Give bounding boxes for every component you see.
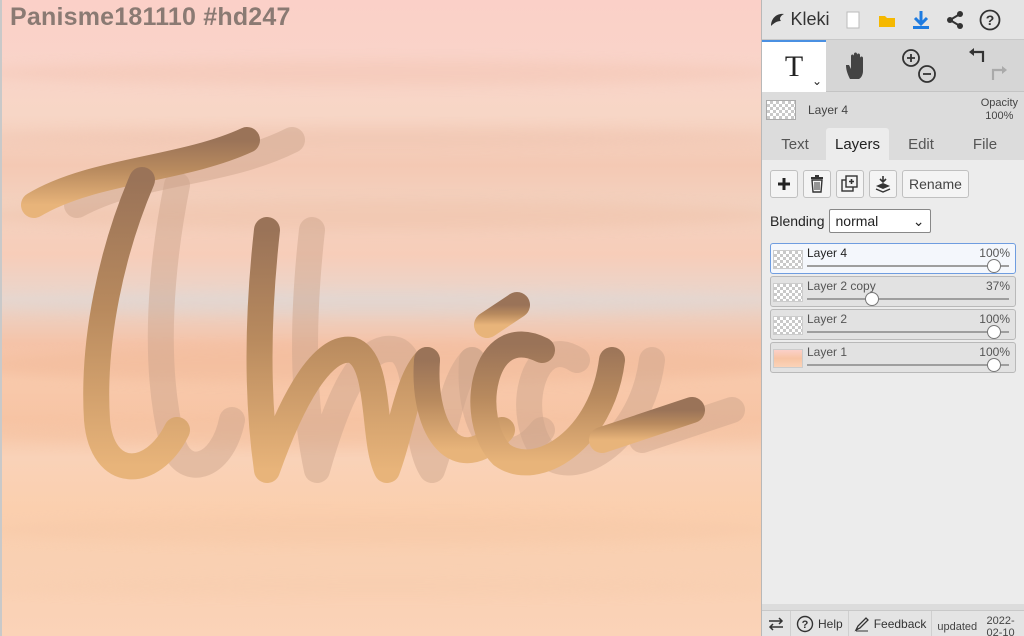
- layer-thumbnail: [773, 349, 803, 368]
- updated-date: 2022-02-10: [986, 614, 1015, 636]
- download-button[interactable]: [904, 0, 938, 40]
- chevron-down-icon[interactable]: ⌄: [812, 74, 822, 88]
- swap-sides-button[interactable]: [762, 610, 791, 636]
- blending-select[interactable]: normal ⌄: [828, 209, 931, 233]
- opacity-slider-track[interactable]: [807, 265, 1009, 267]
- zoom-in-icon[interactable]: [902, 49, 920, 67]
- layer-actions: Rename: [770, 170, 1016, 198]
- layers-tab-content: Rename Blending normal ⌄ Layer 4 100% La…: [762, 160, 1024, 604]
- opacity-slider-handle[interactable]: [865, 292, 880, 306]
- feedback-label: Feedback: [873, 616, 927, 631]
- redo-icon[interactable]: [991, 66, 1007, 80]
- layer-opacity: 100%: [979, 312, 1010, 326]
- svg-text:?: ?: [802, 619, 809, 631]
- open-folder-icon: [879, 15, 895, 27]
- layer-thumbnail: [773, 283, 803, 302]
- feedback-button[interactable]: Feedback: [849, 610, 933, 636]
- layer-thumbnail: [773, 316, 803, 335]
- drawing-canvas[interactable]: Panisme181110 #hd247: [0, 0, 761, 636]
- layer-list: Layer 4 100% Layer 2 copy 37% Layer 2 10…: [770, 243, 1016, 373]
- new-image-button[interactable]: [836, 0, 870, 40]
- layer-item-layer-2-copy[interactable]: Layer 2 copy 37%: [770, 276, 1016, 307]
- opacity-readout: Opacity 100%: [981, 97, 1018, 123]
- chevron-down-icon: ⌄: [912, 212, 925, 229]
- tool-row: T ⌄: [762, 40, 1024, 92]
- kleki-logo-icon: [771, 13, 785, 26]
- svg-text:?: ?: [986, 12, 995, 28]
- lettering-main: [21, 127, 705, 483]
- tab-file[interactable]: File: [953, 128, 1017, 160]
- sidebar-panel: Kleki ? T ⌄ Layer 4 Opacity 100% Text La…: [761, 0, 1024, 636]
- help-top-button[interactable]: ?: [972, 0, 1008, 40]
- delete-layer-button[interactable]: [803, 170, 831, 198]
- open-button[interactable]: [870, 0, 904, 40]
- share-icon: [947, 10, 963, 29]
- opacity-slider-track[interactable]: [807, 331, 1009, 333]
- feedback-icon: [854, 616, 869, 631]
- blending-label: Blending: [770, 213, 825, 229]
- text-tool-button[interactable]: T ⌄: [762, 40, 826, 92]
- opacity-value: 100%: [985, 110, 1014, 122]
- layer-item-layer-2[interactable]: Layer 2 100%: [770, 309, 1016, 340]
- hand-tool-button[interactable]: [826, 40, 888, 92]
- new-image-icon: [846, 11, 860, 28]
- help-icon: ?: [979, 9, 1001, 30]
- rename-layer-button[interactable]: Rename: [902, 170, 969, 198]
- hand-tool-icon: [846, 52, 863, 79]
- lettering-artwork: [21, 127, 745, 483]
- merge-down-button[interactable]: [869, 170, 897, 198]
- updated-label: updated: [937, 620, 978, 633]
- top-toolbar: Kleki ?: [762, 0, 1024, 40]
- current-layer-info: Layer 4 Opacity 100%: [762, 92, 1024, 128]
- opacity-slider-track[interactable]: [807, 298, 1009, 300]
- layer-name: Layer 2 copy: [807, 279, 876, 293]
- share-button[interactable]: [938, 0, 972, 40]
- bottom-bar: ? Help Feedback updated 2022-02-10: [762, 610, 1024, 636]
- download-icon: [913, 10, 929, 29]
- help-circle-icon: ?: [796, 615, 814, 632]
- opacity-slider-handle[interactable]: [987, 325, 1001, 339]
- kleki-app: Panisme181110 #hd247 Kleki ? T ⌄ Layer 4…: [0, 0, 1024, 636]
- undo-icon[interactable]: [969, 48, 985, 62]
- blending-row: Blending normal ⌄: [770, 209, 1016, 233]
- layer-name: Layer 2: [807, 312, 848, 326]
- duplicate-layer-button[interactable]: [836, 170, 864, 198]
- text-tool-icon: T: [784, 50, 804, 83]
- panel-tabs: Text Layers Edit File: [762, 128, 1024, 160]
- help-label: Help: [818, 616, 843, 631]
- opacity-slider-track[interactable]: [807, 364, 1009, 366]
- swap-icon: [768, 616, 784, 631]
- layer-opacity: 100%: [979, 246, 1010, 260]
- layer-opacity: 100%: [979, 345, 1010, 359]
- add-layer-icon: [778, 178, 790, 190]
- layer-thumbnail: [773, 250, 803, 269]
- layer-item-layer-1[interactable]: Layer 1 100%: [770, 342, 1016, 373]
- current-layer-thumbnail: [766, 100, 796, 120]
- zoom-buttons: [888, 40, 952, 92]
- canvas-text-layer: Panisme181110 #hd247: [10, 3, 291, 31]
- updated-info[interactable]: updated 2022-02-10: [932, 611, 1024, 636]
- undo-redo-buttons: [952, 40, 1024, 92]
- opacity-label: Opacity: [980, 97, 1018, 109]
- layer-item-layer-4[interactable]: Layer 4 100%: [770, 243, 1016, 274]
- delete-layer-icon: [811, 175, 823, 193]
- tab-layers[interactable]: Layers: [826, 128, 889, 160]
- layer-name: Layer 4: [807, 246, 848, 260]
- opacity-slider-handle[interactable]: [987, 259, 1001, 273]
- merge-down-icon: [875, 176, 891, 193]
- kleki-logo-button[interactable]: Kleki: [762, 0, 836, 40]
- tab-edit[interactable]: Edit: [889, 128, 953, 160]
- opacity-slider-handle[interactable]: [987, 358, 1001, 372]
- help-button[interactable]: ? Help: [791, 610, 849, 636]
- duplicate-layer-icon: [841, 175, 858, 192]
- layer-name: Layer 1: [807, 345, 848, 359]
- add-layer-button[interactable]: [770, 170, 798, 198]
- layer-opacity: 37%: [985, 279, 1010, 293]
- blending-value: normal: [835, 213, 879, 229]
- current-layer-name: Layer 4: [808, 103, 849, 117]
- app-name: Kleki: [790, 9, 830, 29]
- tab-text[interactable]: Text: [764, 128, 826, 160]
- zoom-out-icon[interactable]: [918, 65, 936, 83]
